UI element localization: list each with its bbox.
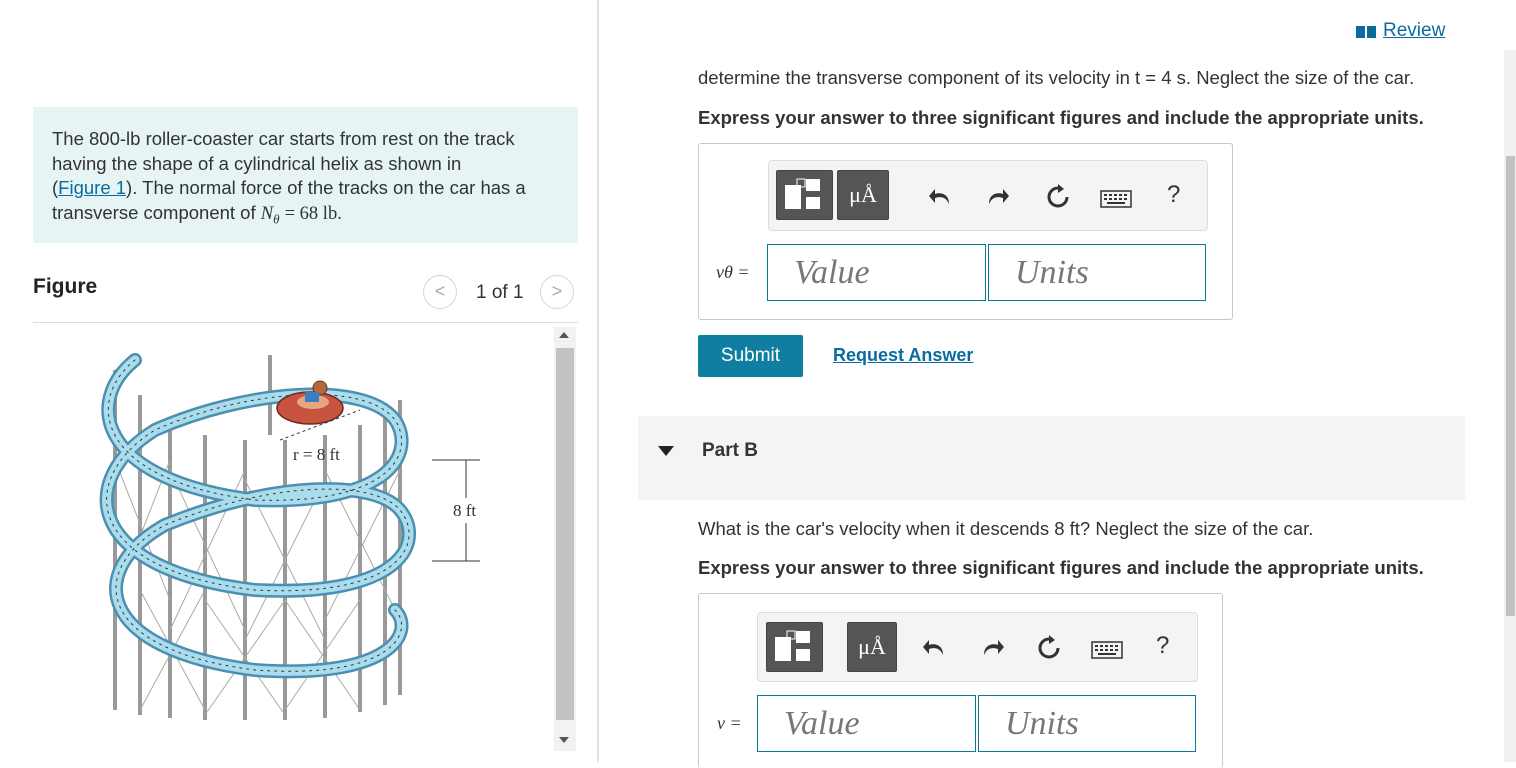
scroll-down-icon[interactable] (559, 737, 569, 743)
part-b-value-input[interactable]: Value (757, 695, 976, 752)
figure-title: Figure (33, 275, 98, 298)
part-a-toolbar: μÅ ? (768, 160, 1208, 231)
reset-icon[interactable] (1045, 184, 1071, 210)
part-a-question: determine the transverse component of it… (698, 67, 1415, 88)
figure-pager: 1 of 1 (476, 282, 524, 303)
problem-line-1: The 800-lb roller-coaster car starts fro… (52, 128, 515, 149)
part-b-variable-label: v = (717, 713, 742, 733)
part-a-value-input[interactable]: Value (767, 244, 986, 301)
radius-label: r = 8 ft (293, 445, 340, 464)
caret-down-icon[interactable] (658, 446, 674, 456)
page-scrollbar-thumb[interactable] (1506, 156, 1515, 616)
request-answer-link[interactable]: Request Answer (833, 345, 973, 366)
part-b-title[interactable]: Part B (702, 440, 758, 462)
prev-figure-button[interactable]: < (423, 275, 457, 309)
panel-divider (597, 0, 599, 762)
problem-line-2: having the shape of a cylindrical helix … (52, 152, 462, 174)
part-b-answer-box: μÅ ? v = Value Units (698, 593, 1223, 768)
help-icon[interactable]: ? (1167, 181, 1180, 209)
roller-coaster-car (276, 380, 344, 425)
keyboard-icon[interactable] (1100, 190, 1132, 208)
submit-button[interactable]: Submit (698, 335, 803, 377)
units-button[interactable]: μÅ (837, 170, 889, 220)
figure-scrollbar-thumb[interactable] (556, 348, 574, 720)
problem-statement: The 800-lb roller-coaster car starts fro… (33, 107, 578, 243)
help-icon[interactable]: ? (1156, 632, 1169, 660)
figure-link[interactable]: Figure 1 (58, 177, 126, 198)
undo-icon[interactable] (929, 186, 953, 208)
units-button[interactable]: μÅ (847, 622, 897, 672)
problem-line-4: transverse component of Nθ = 68 lb. (52, 201, 342, 227)
redo-icon[interactable] (985, 186, 1009, 208)
keyboard-icon[interactable] (1091, 641, 1123, 659)
review-link[interactable]: Review (1383, 20, 1445, 42)
part-b-toolbar: μÅ ? (757, 612, 1198, 682)
reset-icon[interactable] (1036, 635, 1062, 661)
height-label: 8 ft (453, 501, 476, 520)
part-b-instruction: Express your answer to three significant… (698, 557, 1424, 578)
part-b-question: What is the car's velocity when it desce… (698, 518, 1314, 539)
part-b-header[interactable] (638, 416, 1465, 500)
roller-coaster-figure: r = 8 ft 8 ft (99, 353, 480, 720)
undo-icon[interactable] (923, 637, 947, 659)
part-a-variable-label: vθ = (716, 262, 750, 282)
part-b-units-input[interactable]: Units (978, 695, 1196, 752)
scroll-up-icon[interactable] (559, 332, 569, 338)
part-a-units-input[interactable]: Units (988, 244, 1206, 301)
book-icon[interactable] (1356, 25, 1376, 44)
helix-track (99, 353, 416, 679)
figure-divider (33, 322, 578, 323)
templates-icon[interactable] (776, 170, 833, 220)
problem-line-3: (Figure 1). The normal force of the trac… (52, 177, 526, 198)
redo-icon[interactable] (980, 637, 1004, 659)
next-figure-button[interactable]: > (540, 275, 574, 309)
part-a-instruction: Express your answer to three significant… (698, 107, 1424, 128)
part-a-answer-box: μÅ ? vθ = Value Units (698, 143, 1233, 320)
templates-icon[interactable] (766, 622, 823, 672)
